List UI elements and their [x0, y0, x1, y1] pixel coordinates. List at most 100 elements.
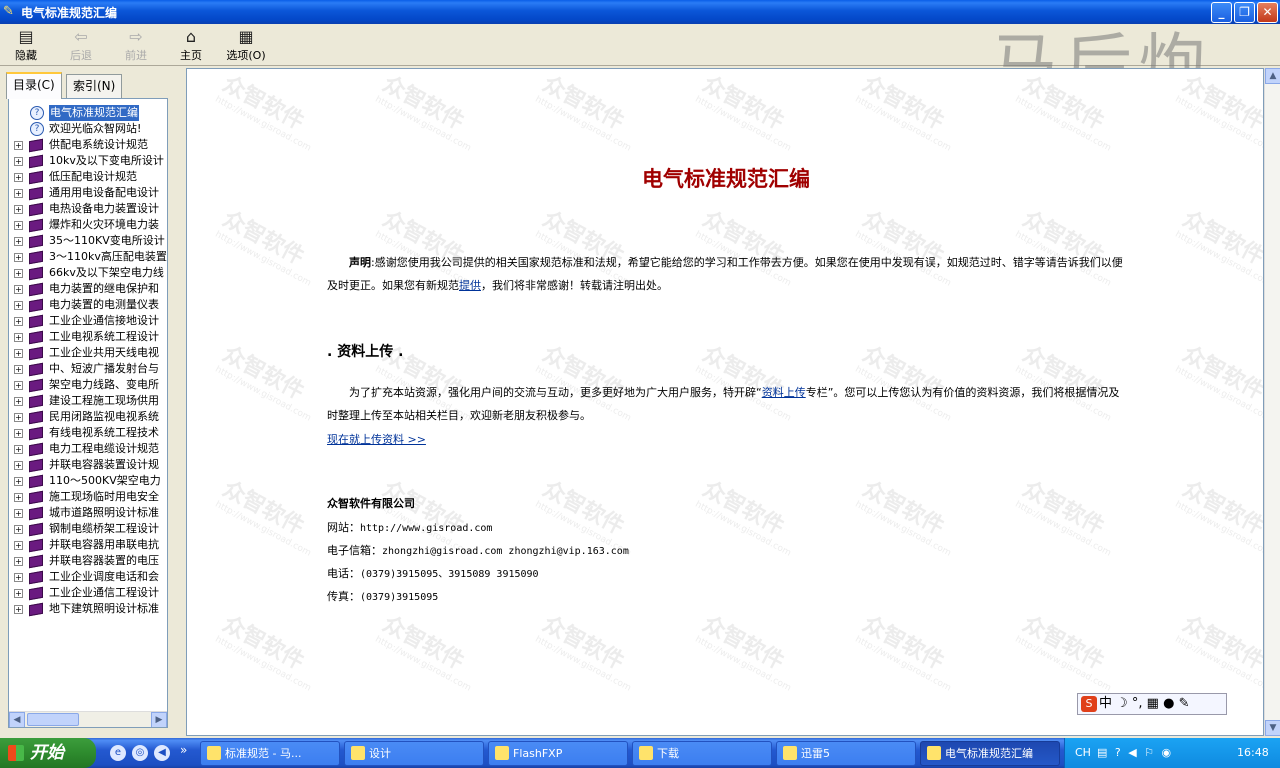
expand-icon[interactable]: +	[14, 461, 23, 470]
expand-icon[interactable]: +	[14, 525, 23, 534]
start-button[interactable]: 开始	[0, 738, 96, 768]
home-button[interactable]: ⌂ 主页	[169, 27, 213, 65]
tree-item[interactable]: +3～110kv高压配电装置	[9, 249, 167, 265]
taskbar-button[interactable]: 下载	[632, 741, 772, 766]
tree-item[interactable]: + 电力装置的电测量仪表	[9, 297, 167, 313]
expand-icon[interactable]: +	[14, 333, 23, 342]
quicklaunch-more-icon[interactable]: »	[180, 743, 187, 757]
expand-icon[interactable]: +	[14, 301, 23, 310]
scroll-up-icon[interactable]: ▲	[1265, 68, 1280, 84]
back-button[interactable]: ⇦ 后退	[59, 27, 103, 65]
expand-icon[interactable]: +	[14, 573, 23, 582]
contents-tree[interactable]: ? 电气标准规范汇编? 欢迎光临众智网站! + 供配电系统设计规范 +10kv及以下变电所…	[8, 98, 168, 728]
tree-item[interactable]: +35～110KV变电所设计	[9, 233, 167, 249]
ime-mode[interactable]: 中 ☽ °, ▦ ● ✎	[1099, 696, 1189, 711]
tree-item[interactable]: + 并联电容器装置的电压	[9, 553, 167, 569]
ie-quicklaunch-icon[interactable]: e	[110, 745, 126, 761]
tree-item[interactable]: + 供配电系统设计规范	[9, 137, 167, 153]
tab-index[interactable]: 索引(N)	[66, 74, 123, 98]
taskbar-button[interactable]: 设计	[344, 741, 484, 766]
horizontal-scrollbar[interactable]: ◀ ▶	[9, 711, 167, 727]
taskbar-button[interactable]: FlashFXP	[488, 741, 628, 766]
tree-item[interactable]: + 电力装置的继电保护和	[9, 281, 167, 297]
tree-item[interactable]: ? 电气标准规范汇编	[9, 105, 167, 121]
expand-icon[interactable]: +	[14, 509, 23, 518]
vertical-scrollbar[interactable]: ▲ ▼	[1264, 68, 1280, 736]
taskbar-button[interactable]: 迅雷5	[776, 741, 916, 766]
tree-item[interactable]: +66kv及以下架空电力线	[9, 265, 167, 281]
tree-item[interactable]: + 工业企业通信接地设计	[9, 313, 167, 329]
expand-icon[interactable]: +	[14, 381, 23, 390]
expand-icon[interactable]: +	[14, 317, 23, 326]
expand-icon[interactable]: +	[14, 221, 23, 230]
ime-toolbar[interactable]: S中 ☽ °, ▦ ● ✎	[1077, 693, 1227, 715]
expand-icon[interactable]: +	[14, 285, 23, 294]
tree-item[interactable]: + 有线电视系统工程技术	[9, 425, 167, 441]
scroll-right-icon[interactable]: ▶	[151, 712, 167, 727]
maximize-button[interactable]: ❐	[1234, 2, 1255, 23]
expand-icon[interactable]: +	[14, 205, 23, 214]
tree-item[interactable]: + 施工现场临时用电安全	[9, 489, 167, 505]
expand-icon[interactable]: +	[14, 445, 23, 454]
minimize-button[interactable]: _	[1211, 2, 1232, 23]
expand-icon[interactable]: +	[14, 237, 23, 246]
close-button[interactable]: ✕	[1257, 2, 1278, 23]
expand-icon[interactable]: +	[14, 413, 23, 422]
tree-item[interactable]: + 工业企业通信工程设计	[9, 585, 167, 601]
forward-button[interactable]: ⇨ 前进	[114, 27, 158, 65]
expand-icon[interactable]: +	[14, 349, 23, 358]
tree-item[interactable]: + 并联电容器装置设计规	[9, 457, 167, 473]
tab-contents[interactable]: 目录(C)	[6, 72, 62, 99]
tree-item[interactable]: + 工业企业调度电话和会	[9, 569, 167, 585]
expand-icon[interactable]: +	[14, 397, 23, 406]
tree-item[interactable]: + 钢制电缆桥架工程设计	[9, 521, 167, 537]
tree-item[interactable]: + 低压配电设计规范	[9, 169, 167, 185]
tree-item[interactable]: ? 欢迎光临众智网站!	[9, 121, 167, 137]
tree-item[interactable]: + 通用用电设备配电设计	[9, 185, 167, 201]
expand-icon[interactable]: +	[14, 189, 23, 198]
expand-icon[interactable]: +	[14, 605, 23, 614]
taskbar-button[interactable]: 标准规范 - 马...	[200, 741, 340, 766]
tree-item[interactable]: + 爆炸和火灾环境电力装	[9, 217, 167, 233]
tree-item[interactable]: +110～500KV架空电力	[9, 473, 167, 489]
browser-quicklaunch-icon[interactable]: ◎	[132, 745, 148, 761]
expand-icon[interactable]: +	[14, 493, 23, 502]
language-indicator[interactable]: CH	[1075, 738, 1091, 768]
title-bar[interactable]: ✎ 电气标准规范汇编 _ ❐ ✕	[0, 0, 1280, 24]
options-button[interactable]: ▦ 选项(O)	[224, 27, 268, 65]
expand-icon[interactable]: +	[14, 173, 23, 182]
tree-item[interactable]: + 工业企业共用天线电视	[9, 345, 167, 361]
expand-icon[interactable]: +	[14, 157, 23, 166]
scroll-left-icon[interactable]: ◀	[9, 712, 25, 727]
taskbar-button[interactable]: 电气标准规范汇编	[920, 741, 1060, 766]
tray-icons[interactable]: ▤ ? ◀ ⚐ ◉	[1097, 738, 1173, 768]
provide-link[interactable]: 提供	[459, 279, 481, 292]
expand-icon[interactable]: +	[14, 429, 23, 438]
tree-item[interactable]: + 中、短波广播发射台与	[9, 361, 167, 377]
expand-icon[interactable]: +	[14, 365, 23, 374]
tree-item[interactable]: + 建设工程施工现场供用	[9, 393, 167, 409]
scroll-down-icon[interactable]: ▼	[1265, 720, 1280, 736]
tree-item[interactable]: + 民用闭路监视电视系统	[9, 409, 167, 425]
expand-icon[interactable]: +	[14, 253, 23, 262]
scroll-thumb[interactable]	[27, 713, 79, 726]
expand-icon[interactable]: +	[14, 589, 23, 598]
expand-icon[interactable]: +	[14, 141, 23, 150]
pane-splitter[interactable]	[178, 66, 186, 738]
expand-icon[interactable]: +	[14, 269, 23, 278]
tree-item[interactable]: + 架空电力线路、变电所	[9, 377, 167, 393]
upload-now-link[interactable]: 现在就上传资料 >>	[327, 431, 426, 447]
tree-item[interactable]: + 电热设备电力装置设计	[9, 201, 167, 217]
tree-item[interactable]: + 并联电容器用串联电抗	[9, 537, 167, 553]
expand-icon[interactable]: +	[14, 557, 23, 566]
hide-button[interactable]: ▤ 隐藏	[4, 27, 48, 65]
expand-icon[interactable]: +	[14, 541, 23, 550]
tree-item[interactable]: +10kv及以下变电所设计	[9, 153, 167, 169]
expand-icon[interactable]: +	[14, 477, 23, 486]
tree-item[interactable]: + 城市道路照明设计标准	[9, 505, 167, 521]
upload-column-link[interactable]: 资料上传	[762, 386, 806, 399]
tree-item[interactable]: + 电力工程电缆设计规范	[9, 441, 167, 457]
tree-item[interactable]: + 地下建筑照明设计标准	[9, 601, 167, 617]
back-quicklaunch-icon[interactable]: ◀	[154, 745, 170, 761]
tree-item[interactable]: + 工业电视系统工程设计	[9, 329, 167, 345]
